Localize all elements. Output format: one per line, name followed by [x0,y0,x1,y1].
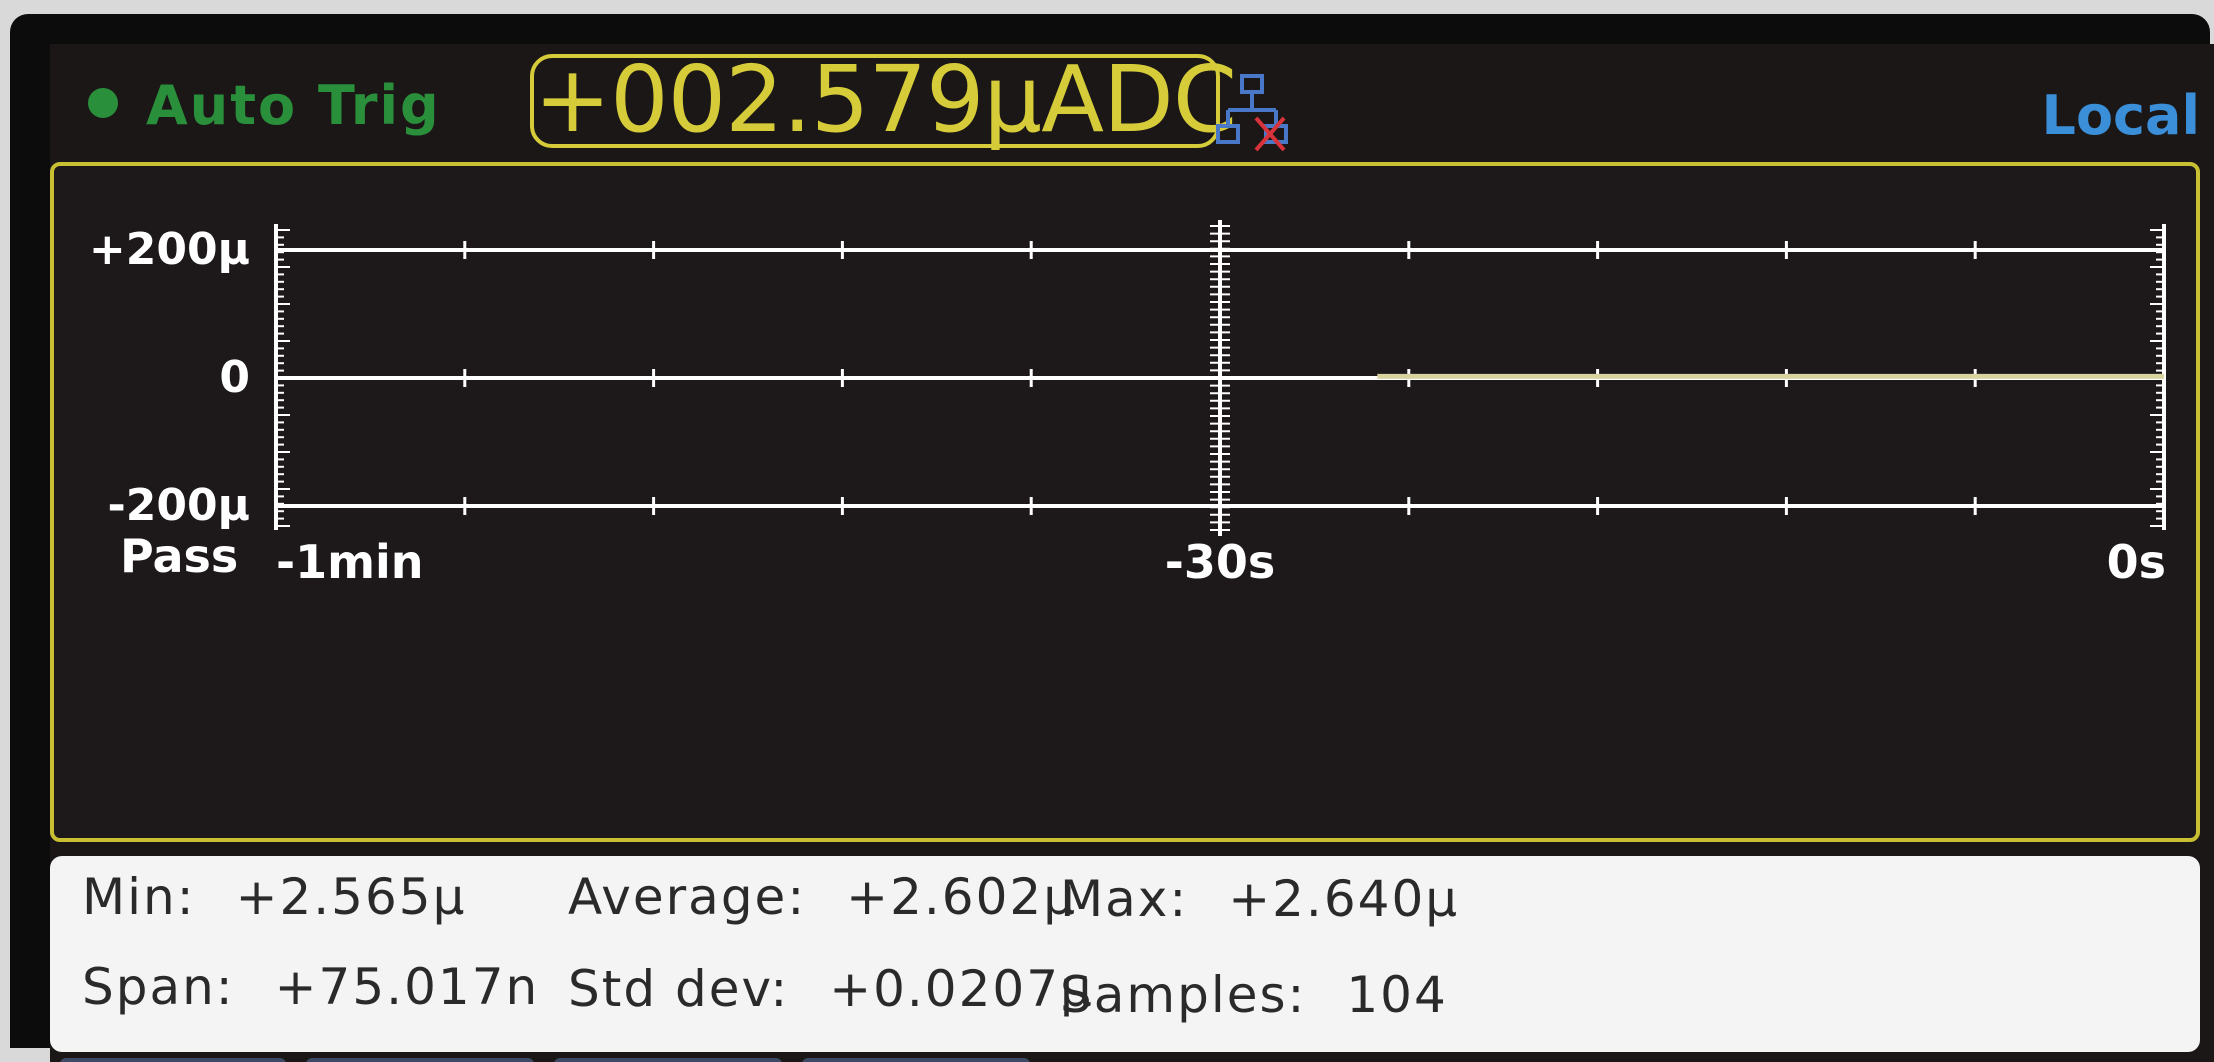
stat-max: Max: +2.640μ [1060,870,1459,928]
stat-average: Average: +2.602μ [568,868,1077,926]
stat-std-dev: Std dev: +0.0207μ [568,960,1094,1018]
stat-std-dev-value: +0.0207μ [829,960,1094,1018]
statistics-panel: Min: +2.565μ Average: +2.602μ Max: +2.640μ … [50,856,2200,1052]
x-tick-label: 0s [2107,535,2166,589]
stat-max-value: +2.640μ [1228,870,1460,928]
stat-samples-label: Samples: [1060,966,1307,1024]
trigger-mode-label: Auto Trig [146,74,441,137]
y-tick-label: +200μ [89,224,250,275]
y-tick-label: -200μ [108,480,250,531]
reading-value: +002.579 [534,46,985,153]
stat-min-label: Min: [82,868,196,926]
trend-chart-panel: +200μ 0 -200μ -1min -30s 0s Pass [50,162,2200,842]
stat-std-dev-label: Std dev: [568,960,790,1018]
softkey-1[interactable] [60,1058,286,1062]
trigger-status-dot-icon [88,88,118,118]
stat-samples-value: 104 [1346,966,1448,1024]
stat-max-label: Max: [1060,870,1189,928]
primary-reading: +002.579μADC [534,50,1237,150]
stat-min: Min: +2.565μ [82,868,466,926]
limit-status-label: Pass [120,529,238,583]
trend-chart: +200μ 0 -200μ -1min -30s 0s Pass [89,220,2166,589]
x-tick-label: -1min [276,535,424,589]
softkey-3[interactable] [554,1058,782,1062]
stat-min-value: +2.565μ [235,868,467,926]
softkey-4[interactable] [802,1058,1030,1062]
display-screen: Auto Trig +002.579μADC Local +200μ 0 -200μ… [50,44,2214,1062]
softkey-2[interactable] [306,1058,534,1062]
stat-average-value: +2.602μ [846,868,1078,926]
reading-unit: μADC [983,46,1238,153]
stat-span-label: Span: [82,958,235,1016]
stat-span: Span: +75.017n [82,958,539,1016]
instrument-bezel: Auto Trig +002.579μADC Local +200μ 0 -200μ… [10,14,2214,1062]
stat-average-label: Average: [568,868,807,926]
remote-state-label: Local [2041,84,2200,147]
x-tick-label: -30s [1165,535,1276,589]
y-tick-label: 0 [219,352,250,403]
lan-disconnected-icon [1216,74,1288,152]
stat-samples: Samples: 104 [1060,966,1448,1024]
stat-span-value: +75.017n [274,958,540,1016]
